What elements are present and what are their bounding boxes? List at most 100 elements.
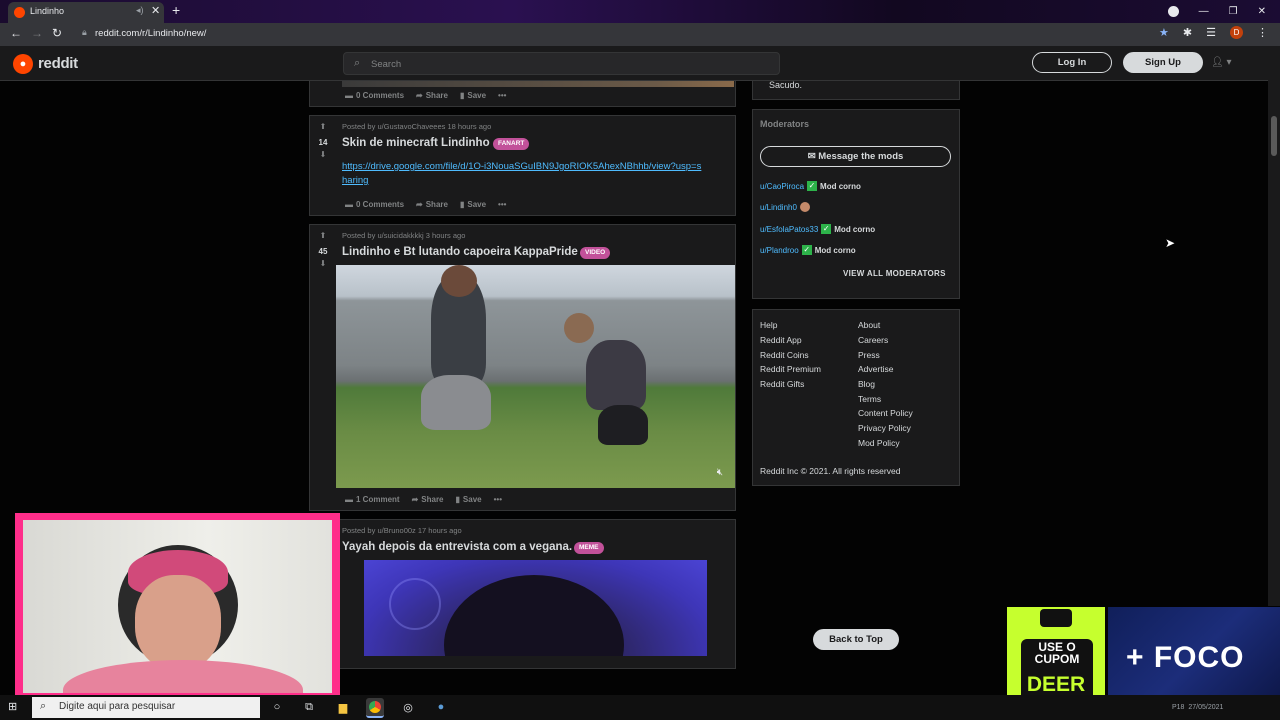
minimize-icon[interactable]: — [1199,6,1209,17]
windows-start-icon[interactable]: ⊞ [8,700,17,713]
share-label: Share [425,200,448,209]
post-flair[interactable]: MEME [574,542,604,554]
back-icon[interactable]: ← [10,26,22,40]
reading-list-icon[interactable]: ☰ [1206,26,1216,39]
share-button[interactable]: ➦ Share [412,495,444,504]
close-tab-icon[interactable]: ✕ [151,4,160,17]
file-explorer-icon[interactable]: ▆ [334,698,352,716]
footer-link-about[interactable]: About [858,320,880,330]
video-player[interactable]: 🔇︎ [336,265,735,488]
post-flair[interactable]: FANART [493,138,530,150]
coupon-line-2: CUPOM [1034,652,1080,666]
post-title[interactable]: Yayah depois da entrevista com a vegana. [342,541,572,553]
post-image[interactable] [364,560,707,656]
post-link[interactable]: https://drive.google.com/file/d/1O-i3Nou… [342,160,702,188]
moderator-name[interactable]: u/Plandroo [760,246,799,255]
cortana-icon[interactable]: ○ [268,698,286,716]
taskbar-search-input[interactable]: ⌕ Digite aqui para pesquisar [32,697,260,718]
reddit-wordmark[interactable]: reddit [38,55,78,72]
upvote-icon[interactable]: ⬆ [316,122,330,131]
reddit-logo-icon[interactable]: ● [13,54,33,74]
footer-link-terms[interactable]: Terms [858,394,881,404]
scrollbar-thumb[interactable] [1271,116,1277,156]
checkmark-icon: ✓ [821,224,832,234]
comments-button[interactable]: ▬ 0 Comments [345,91,404,100]
page-scrollbar[interactable] [1268,46,1280,606]
user-menu-icon[interactable]: 👤︎ ▾ [1211,57,1232,68]
mute-icon[interactable]: 🔇︎ [717,467,723,478]
share-button[interactable]: ➦ Share [416,200,448,209]
address-bar[interactable]: 🔒︎ reddit.com/r/Lindinho/new/ [76,26,1190,43]
browser-tab-bar [0,0,1280,23]
comments-button[interactable]: ▬ 0 Comments [345,200,404,209]
restore-icon[interactable]: ❐ [1229,6,1238,17]
reload-icon[interactable]: ↻ [52,26,62,40]
bookmark-icon: ▮ [459,91,465,100]
save-button[interactable]: ▮ Save [456,495,482,504]
footer-link-reddit-app[interactable]: Reddit App [760,335,802,345]
footer-link-reddit-coins[interactable]: Reddit Coins [760,350,809,360]
moderator-entry[interactable]: u/Plandroo ✓ Mod corno [760,245,856,255]
obs-icon[interactable]: ◎ [399,698,417,716]
star-icon[interactable]: ★ [1159,26,1169,39]
comments-button[interactable]: ▬ 1 Comment [345,495,400,504]
share-label: Share [425,91,448,100]
footer-link-press[interactable]: Press [858,350,880,360]
footer-link-blog[interactable]: Blog [858,379,875,389]
moderator-name[interactable]: u/EsfolaPatos33 [760,225,818,234]
moderator-name[interactable]: u/Lindinh0 [760,203,797,212]
post-meta: Posted by u/GustavoChaveees 18 hours ago [342,122,492,131]
browser-tab[interactable]: Lindinho ◂) ✕ [8,2,164,23]
footer-link-reddit-gifts[interactable]: Reddit Gifts [760,379,804,389]
app-icon[interactable]: ● [432,698,450,716]
share-button[interactable]: ➦ Share [416,91,448,100]
view-all-moderators-link[interactable]: VIEW ALL MODERATORS [843,269,946,278]
upvote-icon[interactable]: ⬆ [316,231,330,240]
forward-icon[interactable]: → [31,26,43,40]
post-card[interactable]: ⬆ 14 ⬇ Posted by u/GustavoChaveees 18 ho… [309,115,736,216]
message-mods-button[interactable]: ✉ Message the mods [760,146,951,167]
login-button[interactable]: Log In [1032,52,1112,73]
footer-link-careers[interactable]: Careers [858,335,888,345]
speaker-icon[interactable]: ◂) [136,5,144,16]
more-options-button[interactable]: ••• [494,495,502,504]
footer-link-reddit-premium[interactable]: Reddit Premium [760,364,821,374]
downvote-icon[interactable]: ⬇ [316,150,330,159]
downvote-icon[interactable]: ⬇ [316,259,330,268]
moderator-entry[interactable]: u/EsfolaPatos33 ✓ Mod corno [760,224,875,234]
signup-button[interactable]: Sign Up [1123,52,1203,73]
search-input[interactable]: ⌕ Search [343,52,780,75]
footer-link-advertise[interactable]: Advertise [858,364,893,374]
save-button[interactable]: ▮ Save [460,200,486,209]
profile-circle-icon[interactable] [1167,6,1179,17]
search-icon: ⌕ [40,700,47,712]
post-card[interactable]: ▬ 0 Comments ➦ Share ▮ Save ••• [309,80,736,107]
back-to-top-button[interactable]: Back to Top [813,629,899,650]
footer-link-privacy-policy[interactable]: Privacy Policy [858,423,911,433]
lock-icon: 🔒︎ [82,27,87,37]
post-title[interactable]: Skin de minecraft Lindinho [342,137,490,149]
more-options-button[interactable]: ••• [498,91,506,100]
chrome-icon[interactable] [366,698,384,718]
profile-avatar[interactable]: D [1230,26,1243,39]
moderator-flair: Mod corno [814,245,856,255]
task-view-icon[interactable]: ⧉ [300,698,318,716]
post-title[interactable]: Lindinho e Bt lutando capoeira KappaPrid… [342,246,578,258]
search-placeholder: Search [371,59,402,70]
menu-icon[interactable]: ⋮ [1257,26,1268,39]
vote-score: 14 [318,138,328,147]
search-icon: ⌕ [354,57,361,69]
close-window-icon[interactable]: ✕ [1258,6,1266,17]
moderator-entry[interactable]: u/CaoPiroca ✓ Mod corno [760,181,861,191]
post-flair[interactable]: VIDEO [580,247,611,259]
new-tab-button[interactable]: + [172,2,180,18]
extensions-icon[interactable]: ✱ [1183,26,1192,39]
bookmark-icon: ▮ [459,200,465,209]
moderator-name[interactable]: u/CaoPiroca [760,182,804,191]
footer-link-mod-policy[interactable]: Mod Policy [858,438,900,448]
save-button[interactable]: ▮ Save [460,91,486,100]
footer-link-help[interactable]: Help [760,320,777,330]
moderator-entry[interactable]: u/Lindinh0 [760,202,810,212]
more-options-button[interactable]: ••• [498,200,506,209]
footer-link-content-policy[interactable]: Content Policy [858,408,913,418]
